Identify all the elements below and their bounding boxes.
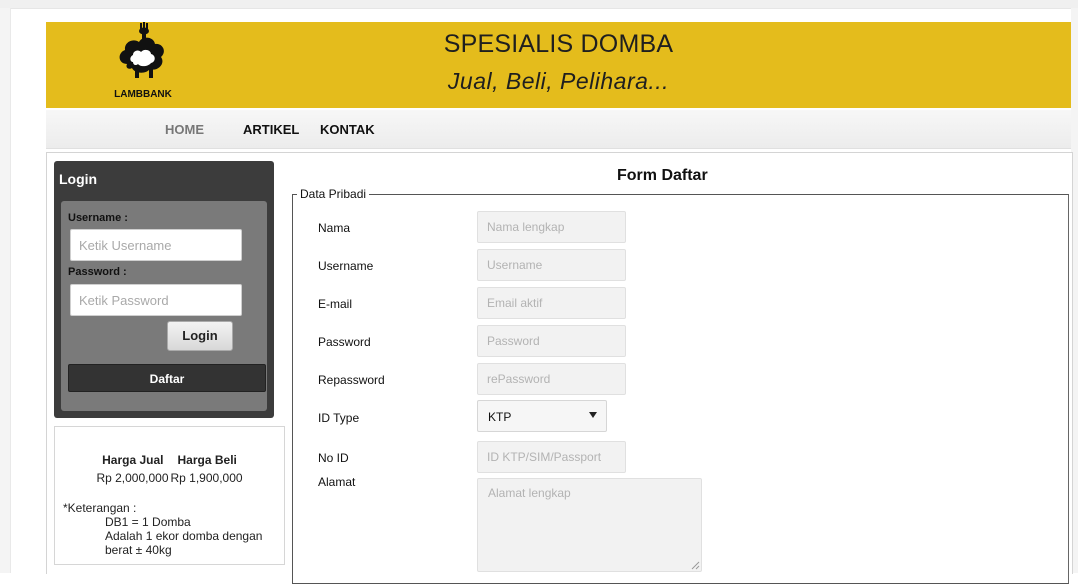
- login-password-input[interactable]: [70, 284, 242, 316]
- password-field[interactable]: [477, 325, 626, 357]
- main-panel: Login Username : Password : Login Daftar…: [46, 152, 1073, 584]
- note-line: berat ± 40kg: [105, 543, 172, 557]
- id-type-select[interactable]: KTP: [477, 400, 607, 432]
- id-type-value: KTP: [488, 410, 512, 424]
- password-field-label: Password: [318, 335, 371, 349]
- id-type-label: ID Type: [318, 411, 360, 425]
- repassword-label: Repassword: [318, 373, 385, 387]
- browser-top-border: [0, 0, 1078, 9]
- nav-kontak[interactable]: KONTAK: [320, 122, 375, 137]
- username-field-label: Username: [318, 259, 374, 273]
- buy-price-header: Harga Beli: [177, 453, 237, 467]
- id-number-field[interactable]: [477, 441, 626, 473]
- login-button[interactable]: Login: [167, 321, 233, 351]
- id-number-label: No ID: [318, 451, 349, 465]
- chevron-down-icon: [589, 412, 597, 418]
- note-line: DB1 = 1 Domba: [105, 515, 191, 529]
- address-textarea[interactable]: [477, 478, 702, 572]
- note-line: Adalah 1 ekor domba dengan: [105, 529, 263, 543]
- login-form: Username : Password : Login Daftar: [61, 201, 267, 411]
- sell-price-value: Rp 2,000,000: [96, 471, 169, 485]
- username-label: Username :: [68, 212, 128, 224]
- site-subtitle: Jual, Beli, Pelihara...: [447, 68, 670, 94]
- site-title: SPESIALIS DOMBA: [443, 30, 674, 58]
- note-label: *Keterangan :: [63, 501, 137, 515]
- personal-data-fieldset: Data Pribadi Nama Username E-mail Passwo…: [292, 187, 1069, 584]
- nav-home[interactable]: HOME: [165, 122, 204, 137]
- email-field[interactable]: [477, 287, 626, 319]
- repassword-field[interactable]: [477, 363, 626, 395]
- sell-price-header: Harga Jual: [102, 453, 164, 467]
- site-header: LAMBBANK SPESIALIS DOMBA Jual, Beli, Pel…: [46, 22, 1071, 108]
- price-info-panel: Harga Jual Harga Beli Rp 2,000,000 Rp 1,90…: [54, 426, 285, 565]
- fieldset-legend: Data Pribadi: [297, 187, 370, 201]
- login-panel: Login Username : Password : Login Daftar: [54, 161, 274, 418]
- buy-price-value: Rp 1,900,000: [170, 471, 243, 485]
- nav-artikel[interactable]: ARTIKEL: [243, 122, 299, 137]
- login-title: Login: [59, 171, 98, 187]
- name-label: Nama: [318, 221, 351, 235]
- price-headers: Harga Jual Harga Beli: [55, 453, 284, 467]
- price-values: Rp 2,000,000 Rp 1,900,000: [55, 471, 284, 485]
- address-label: Alamat: [318, 475, 356, 489]
- login-username-input[interactable]: [70, 229, 242, 261]
- email-label: E-mail: [318, 297, 353, 311]
- name-input[interactable]: [477, 211, 626, 243]
- resize-grip-icon[interactable]: [691, 561, 700, 570]
- page-left-margin: [0, 8, 11, 573]
- password-label: Password :: [68, 266, 127, 278]
- form-title: Form Daftar: [617, 167, 708, 184]
- username-field[interactable]: [477, 249, 626, 281]
- main-nav: HOME ARTIKEL KONTAK: [46, 110, 1071, 149]
- register-button[interactable]: Daftar: [68, 364, 266, 392]
